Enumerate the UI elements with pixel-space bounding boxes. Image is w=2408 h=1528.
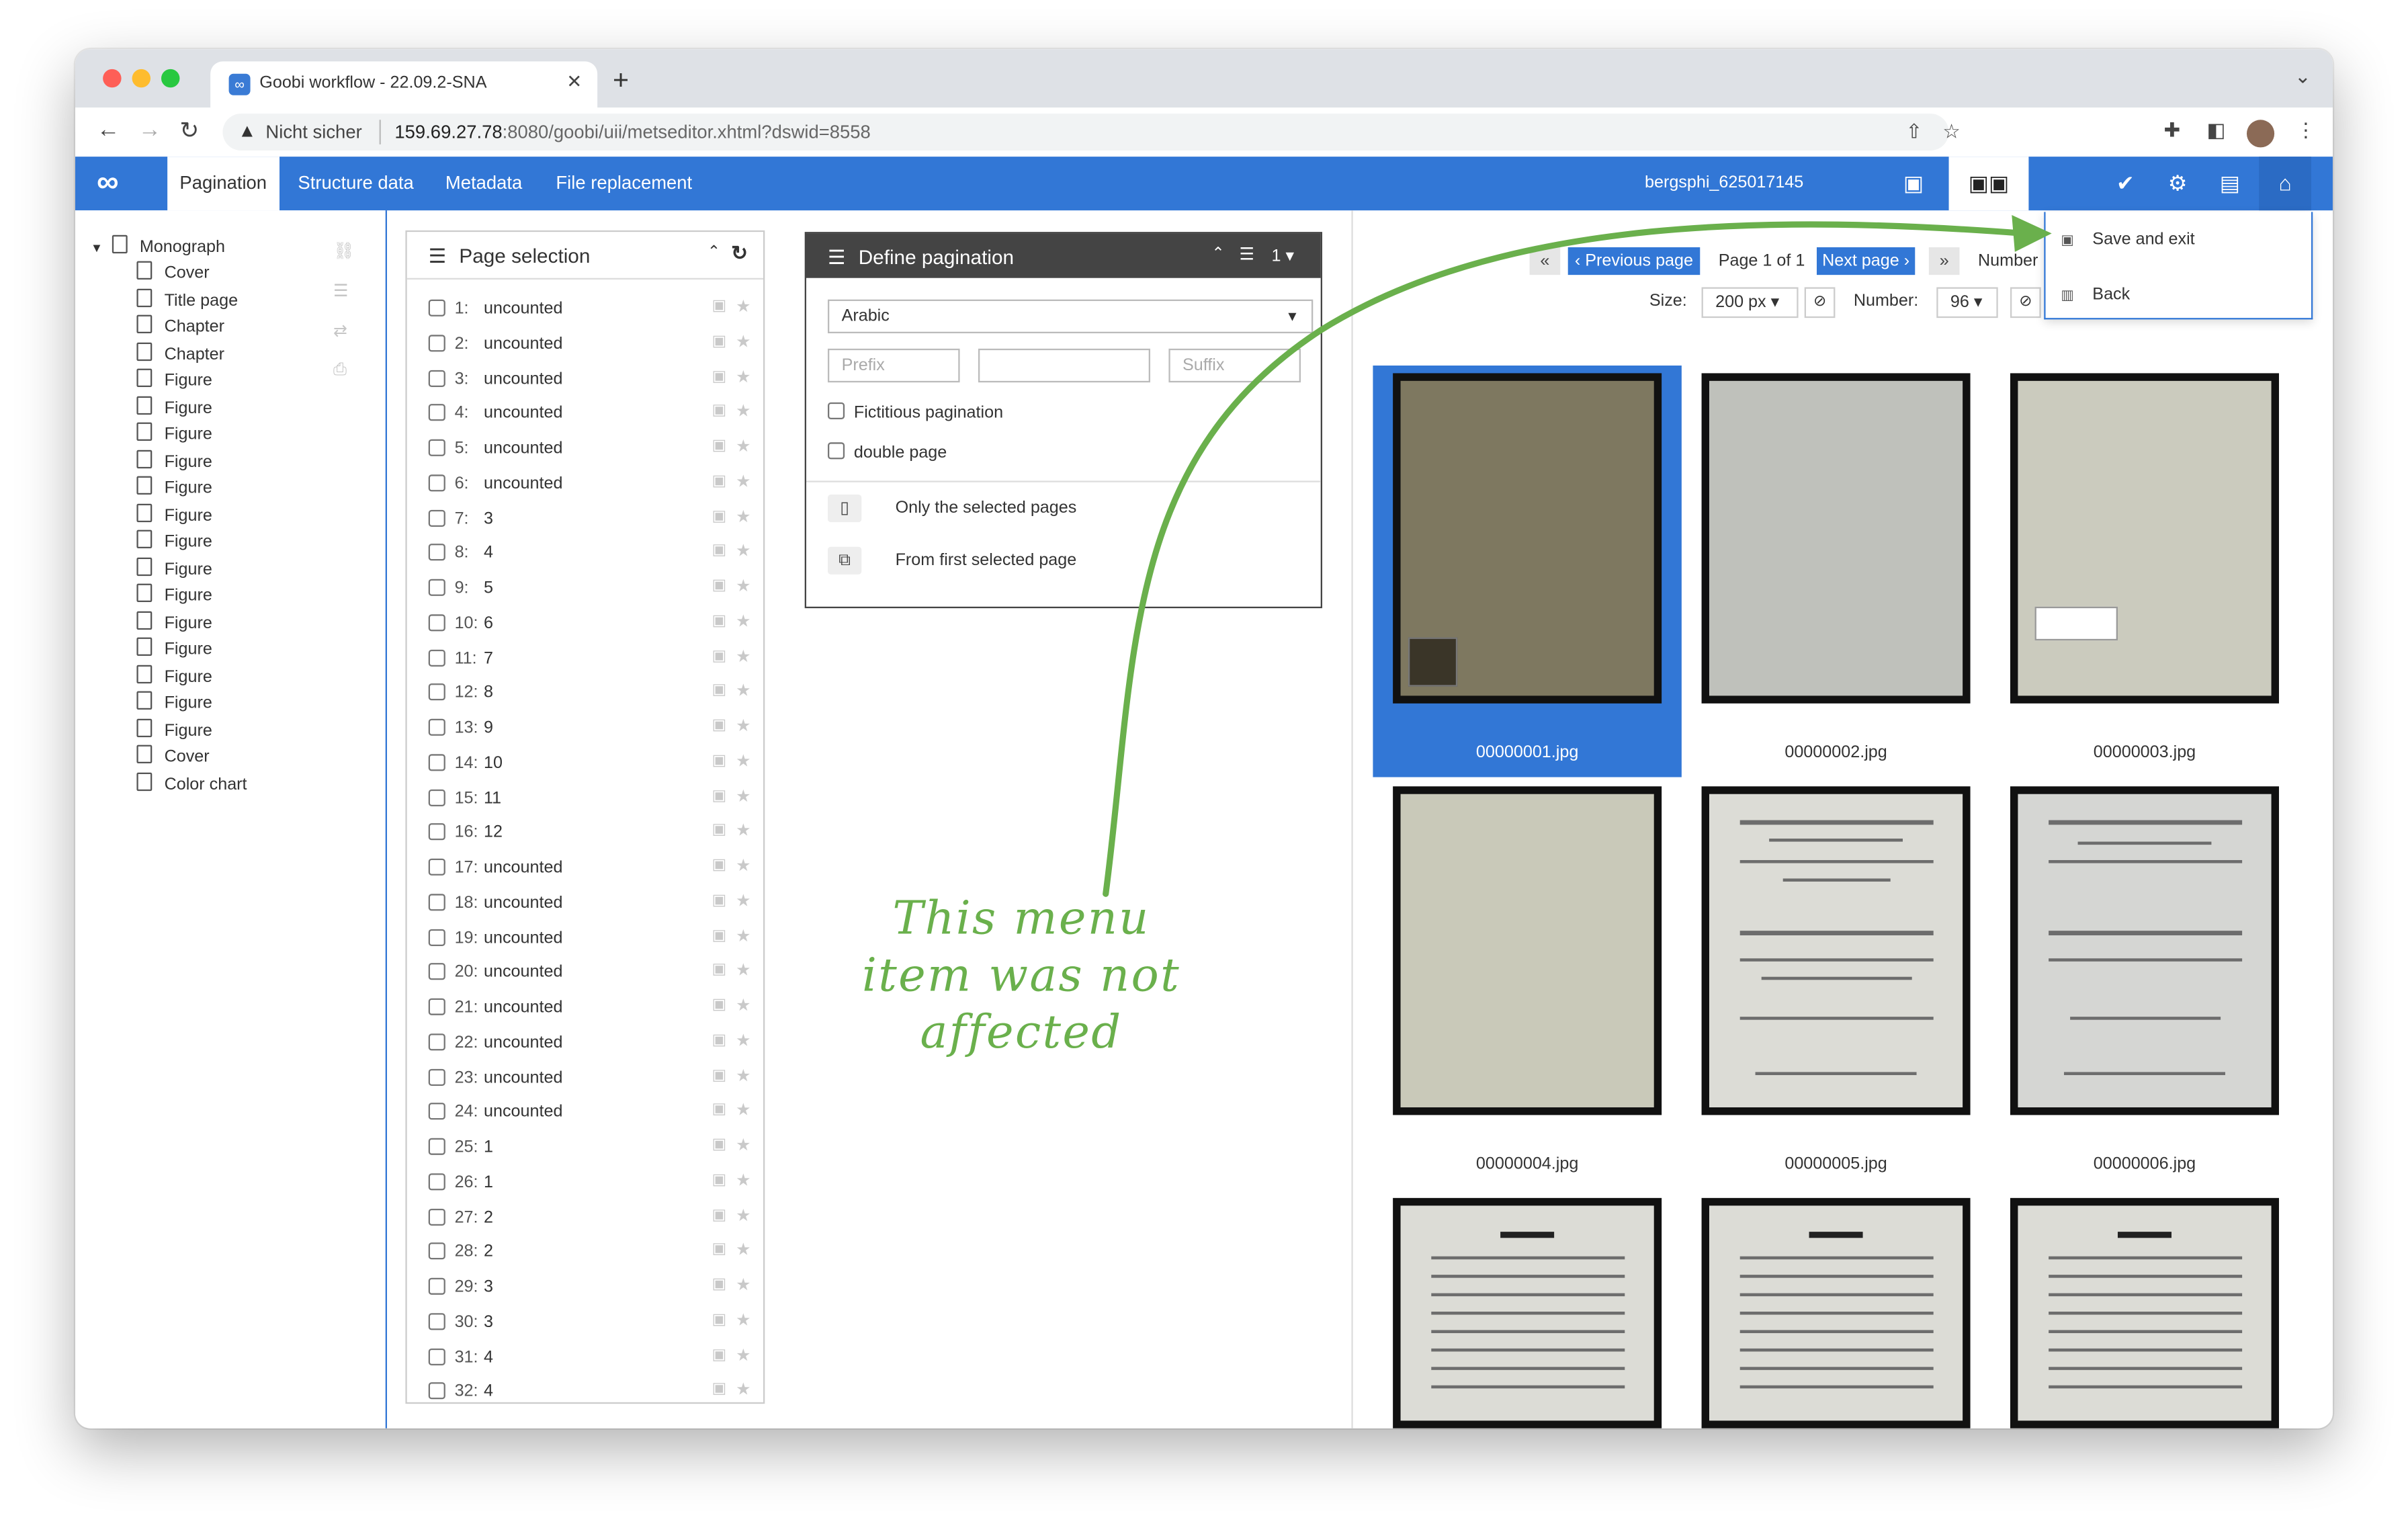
screenshot-root: ∞ Goobi workflow - 22.09.2-SNA ✕ + ⌄ ← →…	[0, 0, 2408, 1528]
annotation-text: This menu item was not affected	[862, 892, 1180, 1060]
arrow-head	[2012, 214, 2052, 252]
arrow-shaft	[1103, 221, 2028, 897]
annotation-arrow	[1103, 214, 2052, 897]
